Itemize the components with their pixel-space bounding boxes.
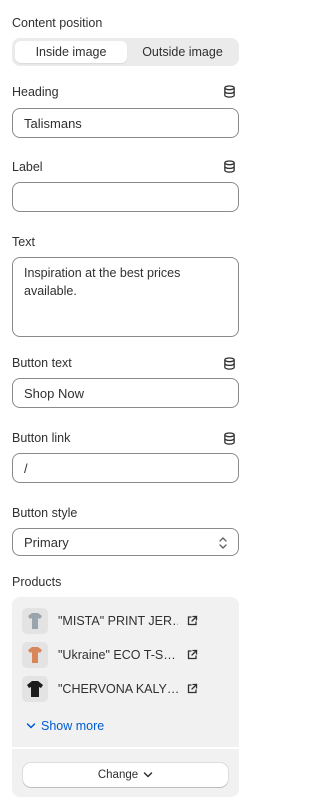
- chevron-down-icon: [26, 723, 36, 729]
- button-text-label: Button text: [12, 356, 72, 370]
- divider: [12, 747, 239, 749]
- chevron-down-icon: [143, 772, 153, 778]
- button-style-label: Button style: [12, 506, 78, 520]
- external-link-icon[interactable]: [186, 615, 198, 627]
- button-text-input[interactable]: Shop Now: [12, 378, 239, 408]
- button-link-input[interactable]: /: [12, 453, 239, 483]
- product-title: "MISTA" PRINT JER…: [58, 614, 178, 628]
- product-item[interactable]: "Ukraine" ECO T-S…: [22, 642, 232, 668]
- content-position-segmented-control: Inside image Outside image: [12, 38, 239, 66]
- label-input[interactable]: [12, 182, 239, 212]
- button-style-select[interactable]: Primary: [12, 528, 239, 556]
- heading-input[interactable]: Talismans: [12, 108, 239, 138]
- show-more-link[interactable]: Show more: [26, 719, 104, 733]
- product-thumbnail: [22, 642, 48, 668]
- inside-image-option[interactable]: Inside image: [15, 41, 127, 63]
- select-arrows-icon: [219, 537, 227, 549]
- external-link-icon[interactable]: [186, 649, 198, 661]
- product-item[interactable]: "MISTA" PRINT JER…: [22, 608, 232, 634]
- external-link-icon[interactable]: [186, 683, 198, 695]
- product-thumbnail: [22, 608, 48, 634]
- product-thumbnail: [22, 676, 48, 702]
- label-label: Label: [12, 160, 43, 174]
- button-link-label: Button link: [12, 431, 71, 445]
- product-title: "Ukraine" ECO T-S…: [58, 648, 176, 662]
- database-icon[interactable]: [223, 160, 236, 174]
- outside-image-option[interactable]: Outside image: [129, 41, 236, 63]
- change-button[interactable]: Change: [23, 763, 228, 787]
- text-textarea[interactable]: Inspiration at the best prices available…: [12, 257, 239, 337]
- heading-label: Heading: [12, 85, 59, 99]
- database-icon[interactable]: [223, 357, 236, 371]
- text-label: Text: [12, 235, 35, 249]
- product-title: "CHERVONA KALY…: [58, 682, 178, 696]
- content-position-label: Content position: [12, 16, 103, 30]
- products-panel: "MISTA" PRINT JER… "Ukraine" ECO T-S… "C…: [12, 597, 239, 797]
- product-item[interactable]: "CHERVONA KALY…: [22, 676, 232, 702]
- button-style-value: Primary: [24, 534, 69, 550]
- products-label: Products: [12, 575, 62, 589]
- show-more-label: Show more: [41, 719, 105, 733]
- database-icon[interactable]: [223, 85, 236, 99]
- change-label: Change: [97, 769, 139, 781]
- database-icon[interactable]: [223, 432, 236, 446]
